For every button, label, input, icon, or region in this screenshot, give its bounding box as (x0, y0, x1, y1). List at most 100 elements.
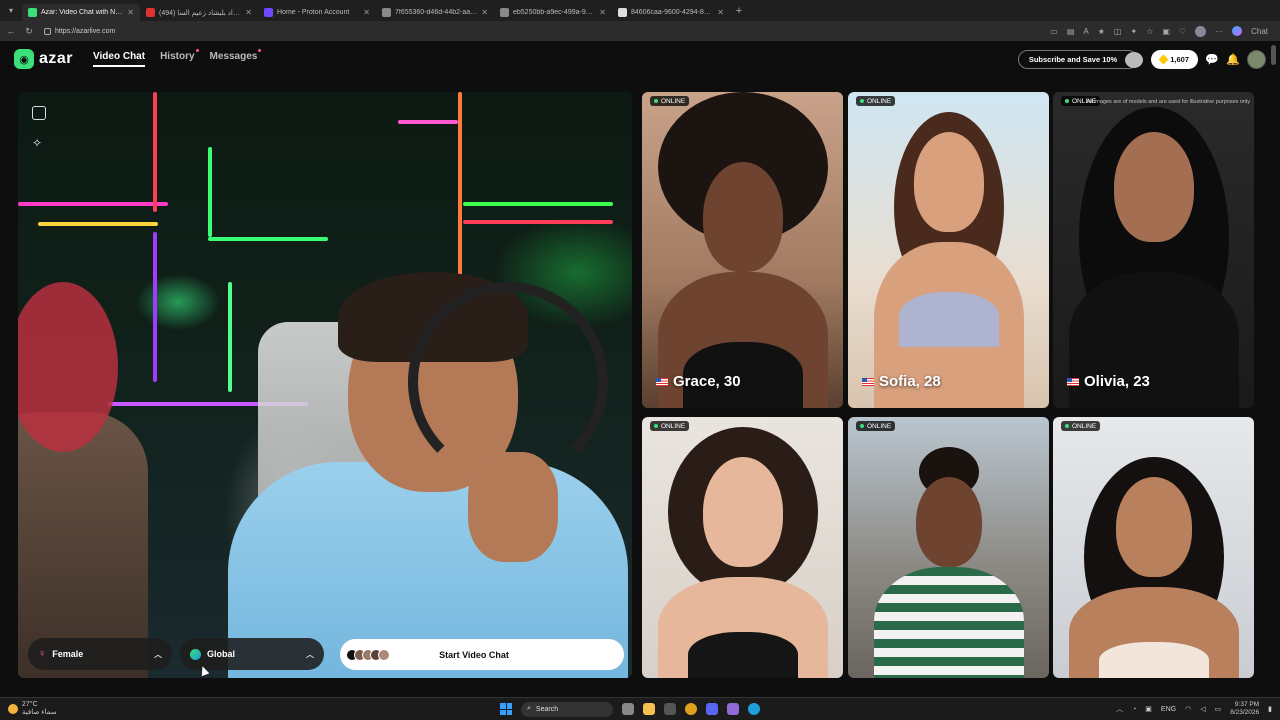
tab-actions-menu-icon[interactable]: ▾ (0, 0, 22, 21)
neon-light (463, 202, 613, 206)
search-label: Search (535, 705, 559, 713)
screenshot-icon[interactable] (32, 106, 46, 120)
browser-tab[interactable]: Home - Proton Account ✕ (258, 4, 376, 21)
url-field[interactable]: https://azarlive.com (40, 24, 220, 38)
azar-logo[interactable]: ◉ azar (14, 49, 73, 69)
disclaimer-text: All images are of models and are used fo… (1086, 99, 1250, 105)
show-hidden-icons-icon[interactable]: ︿ (1116, 704, 1123, 714)
battery-icon[interactable]: ▭ (1215, 705, 1222, 713)
back-arrow-icon[interactable]: ← (4, 26, 18, 36)
subscribe-label: Subscribe and Save 10% (1028, 54, 1118, 64)
wifi-icon[interactable]: ◠ (1185, 705, 1191, 713)
browser-tab[interactable]: Azar: Video Chat with New Fr ✕ (22, 4, 140, 21)
volume-icon[interactable]: ◁ (1200, 705, 1205, 713)
gender-filter-select[interactable]: ♀ Female ︿ (28, 638, 172, 670)
online-badge: ONLINE (856, 421, 896, 431)
user-avatar[interactable] (1247, 49, 1266, 69)
profile-avatar-icon[interactable] (1195, 25, 1207, 37)
chrome-icon[interactable] (685, 703, 697, 715)
start-video-chat-button[interactable]: Start Video Chat (340, 639, 624, 670)
profile-card[interactable]: ONLINE (848, 417, 1049, 678)
edge-icon[interactable] (748, 703, 760, 715)
more-options-icon[interactable]: ··· (1215, 27, 1223, 36)
user-faces-group (346, 648, 390, 661)
chat-bubble-icon[interactable]: 💬 (1205, 52, 1219, 66)
taskbar-search[interactable]: ⌕ Search (521, 701, 613, 717)
app-icon[interactable] (727, 703, 739, 715)
copilot-icon[interactable] (1232, 26, 1243, 36)
azar-favicon-icon (28, 8, 37, 17)
network-icon[interactable]: ◔ (1132, 706, 1136, 713)
discord-icon[interactable] (706, 703, 718, 715)
new-tab-icon[interactable]: + (730, 5, 748, 17)
profile-card[interactable]: ONLINE Olivia, 23 (1053, 92, 1254, 408)
profile-card[interactable]: ONLINE Grace, 30 (642, 92, 843, 408)
subscribe-button[interactable]: Subscribe and Save 10% (1017, 49, 1144, 69)
file-explorer-icon[interactable] (643, 703, 655, 715)
clock[interactable]: 9:37 PM 8/23/2026 (1230, 701, 1259, 717)
magic-wand-icon[interactable]: ✧ (32, 136, 42, 150)
gem-balance-button[interactable]: 1,607 (1151, 49, 1198, 69)
notification-bell-icon[interactable]: 🔔 (1226, 52, 1240, 66)
tray-app-icon[interactable]: ▣ (1145, 705, 1152, 713)
close-tab-icon[interactable]: ✕ (717, 8, 724, 17)
profile-face (1113, 132, 1194, 242)
screen-share-icon[interactable]: ▭ (1050, 27, 1058, 36)
nav-messages[interactable]: Messages (210, 49, 262, 67)
browser-essentials-icon[interactable]: ♡ (1179, 27, 1186, 36)
weather-widget[interactable]: 27°C سماء صافية (0, 701, 200, 717)
notification-center-icon[interactable]: ▮ (1268, 705, 1272, 713)
windows-taskbar: 27°C سماء صافية ⌕ Search ︿ ◔ ▣ ENG ◠ ◁ ▭… (0, 697, 1280, 720)
snipping-tool-icon[interactable] (664, 703, 676, 715)
online-label: ONLINE (867, 97, 892, 105)
extensions-icon[interactable]: ✦ (1130, 27, 1137, 36)
chat-button[interactable]: Chat (1251, 27, 1268, 36)
close-tab-icon[interactable]: ✕ (363, 8, 370, 17)
browser-tab[interactable]: 84606caa-9600-4294-8b29-4ed3f ✕ (612, 4, 730, 21)
favorite-star-icon[interactable]: ★ (1098, 27, 1105, 36)
profile-card[interactable]: ONLINE Sofia, 28 (848, 92, 1049, 408)
close-tab-icon[interactable]: ✕ (481, 8, 488, 17)
profile-face (702, 162, 783, 272)
weather-moon-icon (8, 704, 18, 714)
nav-history[interactable]: History (160, 49, 199, 67)
close-tab-icon[interactable]: ✕ (127, 8, 134, 17)
profile-face (913, 132, 984, 232)
profile-name: Sofia, 28 (862, 373, 941, 390)
profile-top (898, 292, 999, 347)
browser-tab[interactable]: eb5250bb-a9ec-499a-96f-6980c ✕ (494, 4, 612, 21)
favorites-icon[interactable]: ☆ (1146, 27, 1153, 36)
start-video-chat-label: Start Video Chat (439, 649, 509, 660)
system-tray: ︿ ◔ ▣ ENG ◠ ◁ ▭ 9:37 PM 8/23/2026 ▮ (1116, 701, 1272, 717)
online-badge: ONLINE (650, 96, 690, 106)
globe-favicon-icon (618, 8, 627, 17)
windows-start-icon[interactable] (500, 703, 512, 715)
url-text: https://azarlive.com (55, 27, 116, 35)
online-dot-icon (1065, 99, 1069, 103)
read-aloud-icon[interactable]: A (1083, 27, 1088, 36)
browser-tab[interactable]: (494) موسيقى مراد بلبشاد زعيم السا ✕ (140, 4, 258, 21)
scrollbar[interactable] (1271, 45, 1276, 65)
clock-time: 9:37 PM (1234, 701, 1260, 708)
profile-card[interactable]: ONLINE (642, 417, 843, 678)
split-screen-icon[interactable]: ◫ (1114, 27, 1122, 36)
close-tab-icon[interactable]: ✕ (245, 8, 252, 17)
reader-mode-icon[interactable]: ▤ (1067, 27, 1075, 36)
profile-name-text: Grace, 30 (673, 373, 741, 390)
region-filter-select[interactable]: Global ︿ (180, 638, 324, 670)
collections-icon[interactable]: ▣ (1162, 27, 1170, 36)
reload-icon[interactable]: ↻ (22, 26, 36, 37)
tab-title: 84606caa-9600-4294-8b29-4ed3f (631, 9, 713, 16)
notification-dot (195, 49, 199, 52)
person-hand (468, 452, 558, 562)
profile-card[interactable]: ONLINE (1053, 417, 1254, 678)
task-view-icon[interactable] (622, 703, 634, 715)
close-tab-icon[interactable]: ✕ (599, 8, 606, 17)
tab-title: eb5250bb-a9ec-499a-96f-6980c (513, 9, 595, 16)
youtube-favicon-icon (146, 8, 155, 17)
language-indicator[interactable]: ENG (1161, 706, 1176, 713)
nav-video-chat[interactable]: Video Chat (93, 51, 146, 67)
browser-tab[interactable]: 7f655360-d46d-44b2-aa5b-11ba ✕ (376, 4, 494, 21)
neon-light (38, 222, 158, 226)
chevron-up-icon: ︿ (154, 649, 162, 659)
